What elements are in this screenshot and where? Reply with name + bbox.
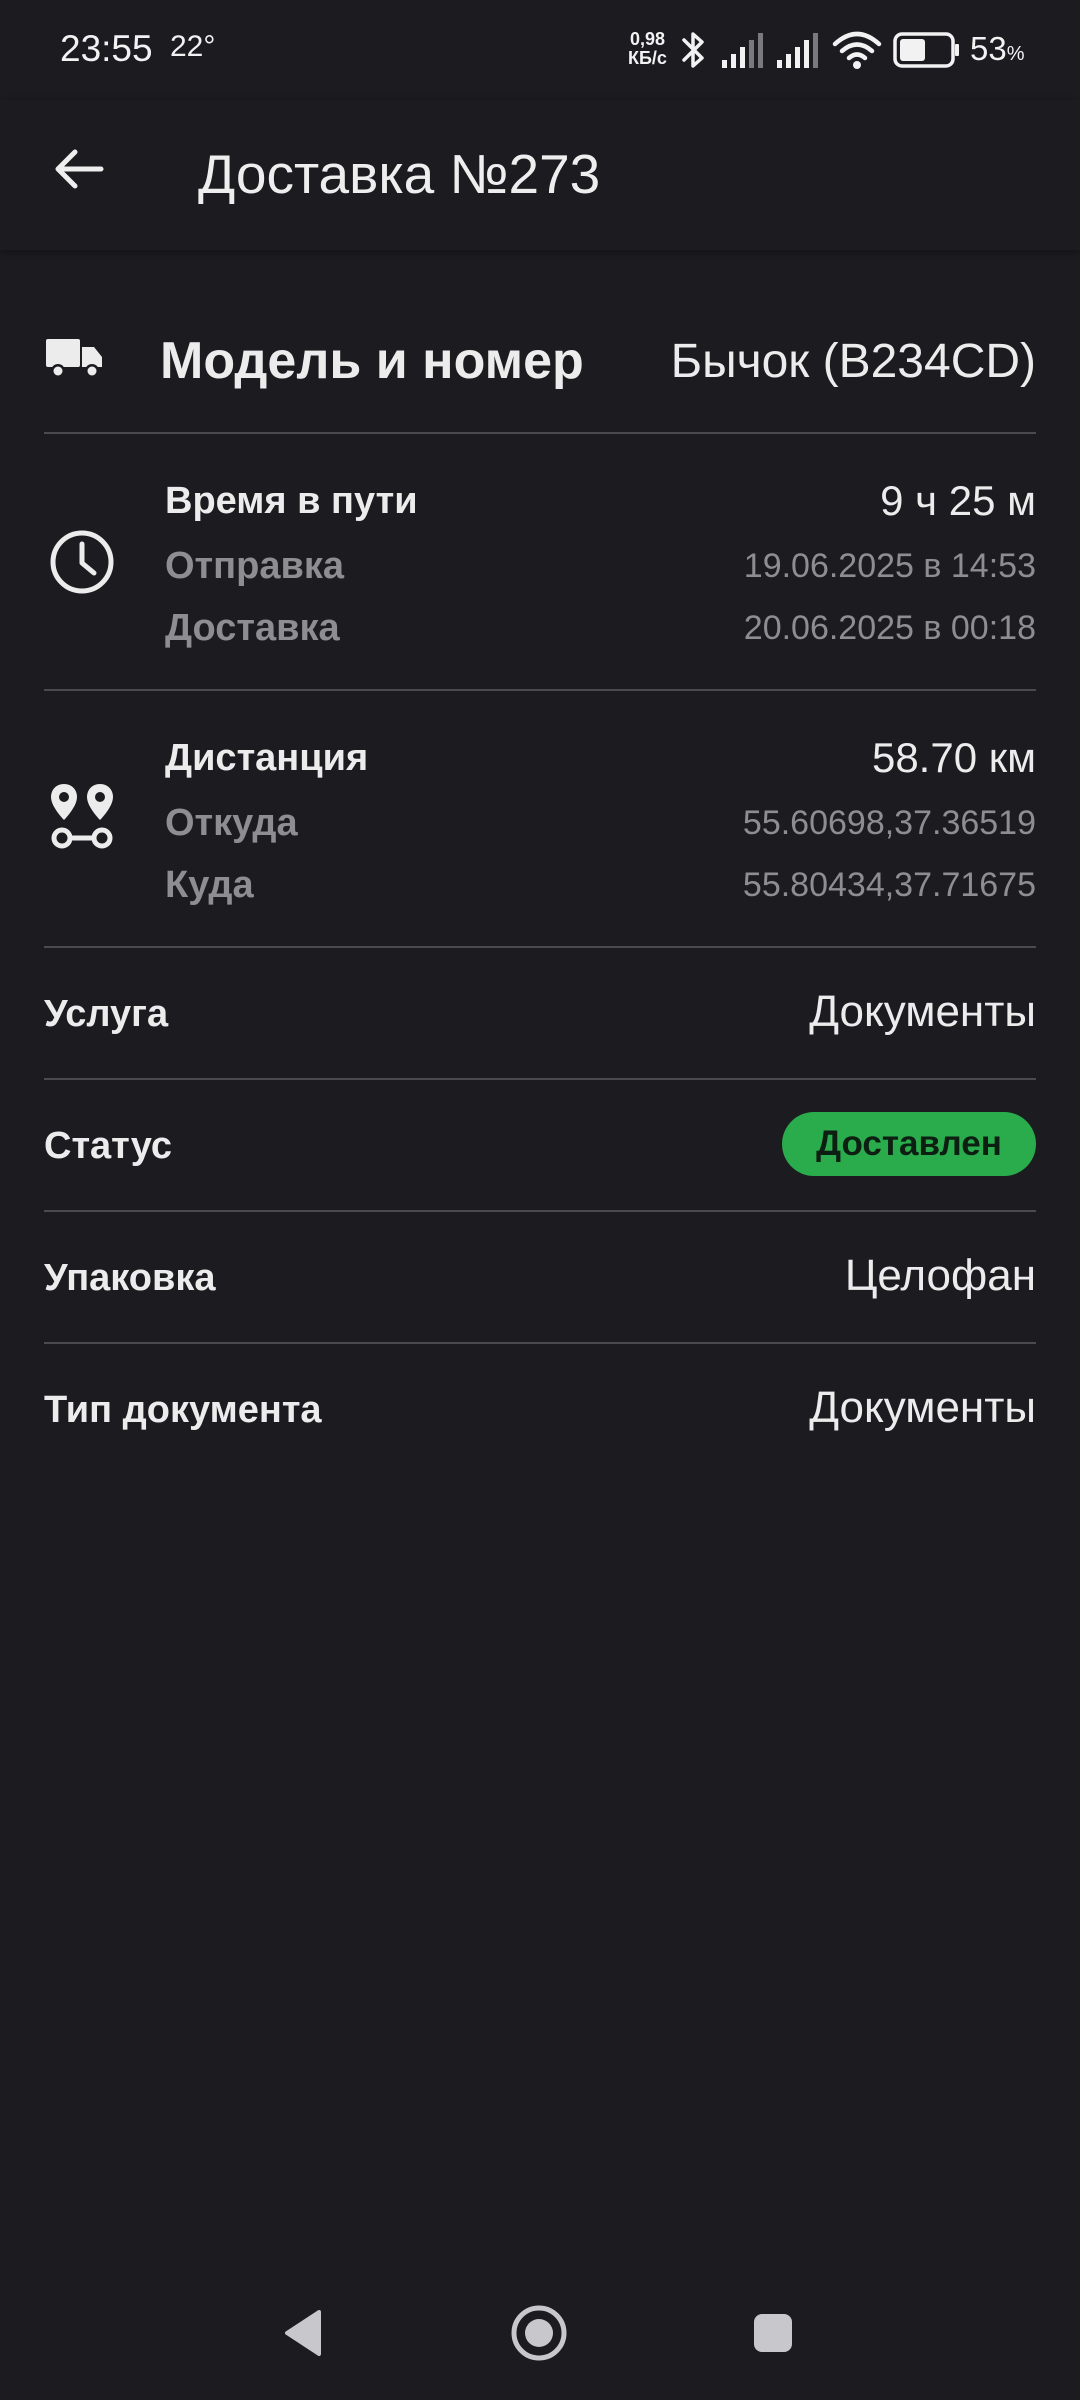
app-bar: Доставка №273 [0,100,1080,250]
network-speed-unit: КБ/с [628,48,667,68]
status-label: Статус [44,1125,173,1167]
from-value: 55.60698,37.36519 [742,804,1036,842]
status-bar: 23:55 22° 0,98 КБ/с 53% [0,0,1080,100]
status-temperature: 22° [170,30,216,63]
signal-icon [720,28,764,77]
bluetooth-icon [680,28,708,77]
document-type-value: Документы [809,1383,1036,1432]
delivery-value: 20.06.2025 в 00:18 [743,609,1036,647]
status-badge: Доставлен [782,1112,1036,1176]
signal-icon [775,28,819,77]
page-title: Доставка №273 [198,143,601,205]
from-label: Откуда [165,802,298,844]
battery-percent: 53% [970,30,1025,67]
divider [44,689,1036,691]
packaging-label: Упаковка [44,1257,216,1299]
travel-time-value: 9 ч 25 м [880,477,1036,524]
packaging-value: Целофан [844,1251,1036,1300]
clock-icon [48,528,116,601]
divider [44,1342,1036,1344]
network-speed: 0,98 КБ/с [628,30,667,68]
departure-value: 19.06.2025 в 14:53 [743,547,1036,585]
back-button[interactable] [44,136,114,206]
to-value: 55.80434,37.71675 [742,866,1036,904]
home-circle-icon [509,2303,569,2368]
vehicle-label: Модель и номер [160,332,584,390]
vehicle-value: Бычок (В234CD) [670,335,1036,388]
truck-icon [44,335,104,386]
travel-time-label: Время в пути [165,480,418,522]
departure-label: Отправка [165,545,344,587]
nav-home-button[interactable] [494,2290,584,2380]
nav-recents-button[interactable] [728,2290,818,2380]
status-time: 23:55 [60,28,153,69]
distance-value: 58.70 км [871,734,1036,781]
delivery-label: Доставка [165,607,340,649]
divider [44,1210,1036,1212]
recents-square-icon [751,2311,795,2360]
divider [44,1078,1036,1080]
battery-icon [893,32,961,73]
divider [44,946,1036,948]
divider [44,432,1036,434]
back-triangle-icon [281,2308,325,2363]
document-type-label: Тип документа [44,1389,322,1431]
wifi-icon [832,28,882,77]
system-navigation-bar [0,2270,1080,2400]
arrow-left-icon [53,147,105,196]
service-value: Документы [809,987,1036,1036]
distance-label: Дистанция [165,737,369,779]
screen: 23:55 22° 0,98 КБ/с 53% Доставка №273 Мо… [0,0,1080,2400]
route-icon [48,780,116,857]
to-label: Куда [165,864,254,906]
nav-back-button[interactable] [258,2290,348,2380]
network-speed-value: 0,98 [629,29,665,49]
service-label: Услуга [44,993,169,1035]
